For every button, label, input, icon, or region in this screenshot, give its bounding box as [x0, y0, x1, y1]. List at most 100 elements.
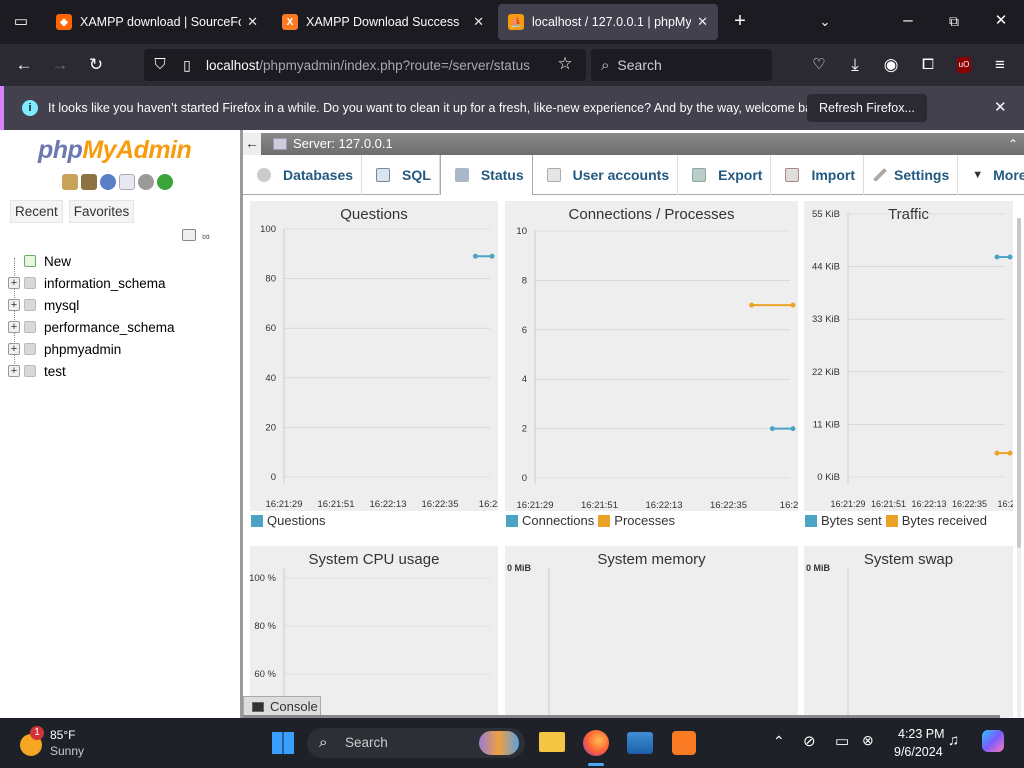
account-icon[interactable]: ◉ [880, 55, 902, 75]
page-icon[interactable]: ▯ [176, 55, 198, 75]
recent-tab[interactable]: Recent [10, 200, 63, 223]
navigation-panel: phpMyAdmin Recent Favorites ∞ New + infor… [0, 130, 240, 718]
tree-item-test[interactable]: + test [8, 360, 238, 382]
speaker-icon[interactable]: ⊗ [862, 732, 874, 749]
expand-icon[interactable]: + [8, 299, 20, 311]
menu-icon[interactable]: ≡ [989, 55, 1011, 75]
data-point [749, 302, 755, 308]
collapse-all-icon[interactable] [182, 229, 196, 241]
shield-icon[interactable]: ⛉ [149, 55, 171, 75]
search-box[interactable]: ⌕ Search [591, 49, 772, 81]
scroll-top-icon[interactable]: ⌃ [1008, 133, 1018, 155]
server-label[interactable]: Server: 127.0.0.1 [293, 133, 393, 155]
weather-widget[interactable]: 1 85°F Sunny [18, 726, 98, 760]
main-scrollbar[interactable] [1017, 218, 1021, 718]
tab-xampp-success[interactable]: X XAMPP Download Success ✕ [272, 4, 494, 40]
top-menu: Databases SQL Status User accounts Expor… [243, 155, 1024, 195]
tab-sql[interactable]: SQL [362, 155, 440, 195]
tab-settings[interactable]: Settings [864, 155, 959, 195]
url-text: localhost/phpmyadmin/index.php?route=/se… [206, 58, 546, 73]
tree-item-label: information_schema [44, 275, 166, 291]
status-icon [454, 168, 469, 182]
y-tick-label: 2 [522, 424, 527, 435]
link-icon[interactable]: ∞ [202, 231, 210, 243]
xampp-taskbar-icon[interactable] [672, 731, 696, 755]
help-icon[interactable] [100, 174, 116, 190]
home-icon[interactable] [62, 174, 78, 190]
close-icon[interactable]: ✕ [697, 14, 708, 30]
notification-bell-icon[interactable]: ♫ [948, 732, 959, 749]
start-button[interactable] [270, 728, 296, 758]
collapse-nav-icon[interactable]: ← [243, 133, 261, 155]
quick-icons [62, 174, 173, 190]
tab-more[interactable]: ▼ More [958, 155, 1024, 195]
server-icon [273, 138, 287, 150]
reload-icon[interactable] [157, 174, 173, 190]
forward-icon[interactable]: → [49, 55, 71, 75]
minimize-icon[interactable]: – [897, 10, 919, 30]
phpmyadmin-logo[interactable]: phpMyAdmin [38, 136, 192, 165]
settings-icon[interactable] [138, 174, 154, 190]
window-close-icon[interactable]: ✕ [990, 11, 1012, 31]
reload-icon[interactable]: ↻ [85, 55, 107, 75]
close-icon[interactable]: ✕ [994, 98, 1007, 116]
console-label: Console [270, 699, 318, 714]
pocket-icon[interactable]: ♡ [808, 55, 830, 75]
expand-icon[interactable]: + [8, 343, 20, 355]
tab-databases[interactable]: Databases [243, 155, 363, 195]
back-icon[interactable]: ← [13, 55, 35, 75]
expand-icon[interactable]: + [8, 277, 20, 289]
file-explorer-icon[interactable] [539, 732, 565, 752]
tree-item-mysql[interactable]: + mysql [8, 294, 238, 316]
tree-item-information-schema[interactable]: + information_schema [8, 272, 238, 294]
tab-phpmyadmin[interactable]: ⛵ localhost / 127.0.0.1 | phpMyAd ✕ [498, 4, 718, 40]
bookmark-star-icon[interactable]: ☆ [554, 54, 576, 74]
expand-icon[interactable]: + [8, 321, 20, 333]
data-point [994, 450, 1000, 456]
chart-traffic: Traffic 0 KiB 11 KiB 22 KiB 33 KiB 44 KiB 55 K… [804, 201, 1013, 511]
copilot-icon[interactable] [982, 730, 1004, 752]
photos-icon[interactable] [627, 732, 653, 754]
address-bar[interactable]: ⛉ ▯ localhost/phpmyadmin/index.php?route… [144, 49, 586, 81]
clock-date[interactable]: 9/6/2024 [894, 745, 943, 759]
tab-sourceforge[interactable]: ◆ XAMPP download | SourceForg ✕ [46, 4, 268, 40]
legend-swatch [885, 514, 898, 527]
y-tick-label: 55 KiB [812, 209, 840, 220]
tab-import[interactable]: Import [771, 155, 865, 195]
tab-export[interactable]: Export [678, 155, 772, 195]
clock-time[interactable]: 4:23 PM [898, 727, 945, 741]
expand-icon[interactable]: + [8, 365, 20, 377]
taskbar-search[interactable]: ⌕ Search [307, 728, 525, 758]
y-tick-label: 0 [522, 473, 527, 484]
show-hidden-icons[interactable]: ⌃ [773, 733, 785, 750]
chart-canvas: 60 % 80 % 100 % [250, 568, 490, 718]
logout-icon[interactable] [81, 174, 97, 190]
docs-icon[interactable] [119, 174, 135, 190]
tree-item-performance-schema[interactable]: + performance_schema [8, 316, 238, 338]
network-off-icon[interactable]: ⊘ [803, 732, 816, 750]
refresh-firefox-button[interactable]: Refresh Firefox... [807, 94, 927, 122]
list-all-tabs-icon[interactable]: ⌄ [814, 12, 836, 32]
maximize-icon[interactable]: ⧉ [943, 11, 965, 31]
new-tab-icon[interactable]: + [729, 11, 751, 31]
favorites-tab[interactable]: Favorites [68, 200, 135, 223]
legend-label: Bytes sent [821, 513, 882, 528]
tab-user-accounts[interactable]: User accounts [533, 155, 679, 195]
close-icon[interactable]: ✕ [247, 14, 258, 30]
downloads-icon[interactable]: ⤓ [844, 55, 866, 75]
search-icon: ⌕ [601, 56, 610, 74]
legend-label: Questions [267, 513, 326, 528]
firefox-icon[interactable] [583, 730, 609, 756]
scrollbar-thumb[interactable] [1017, 218, 1021, 548]
data-point [489, 253, 495, 259]
ublock-icon[interactable]: uO [957, 57, 971, 73]
extensions-icon[interactable]: ⧠ [917, 55, 939, 75]
display-icon[interactable]: ▭ [835, 732, 849, 750]
tree-item-phpmyadmin[interactable]: + phpmyadmin [8, 338, 238, 360]
tab-status[interactable]: Status [439, 155, 533, 195]
tab-list-icon[interactable]: ▭ [10, 12, 32, 32]
close-icon[interactable]: ✕ [473, 14, 484, 30]
y-tick-label: 22 KiB [812, 367, 840, 378]
data-point [472, 253, 478, 259]
tree-item-new[interactable]: New [8, 250, 238, 272]
